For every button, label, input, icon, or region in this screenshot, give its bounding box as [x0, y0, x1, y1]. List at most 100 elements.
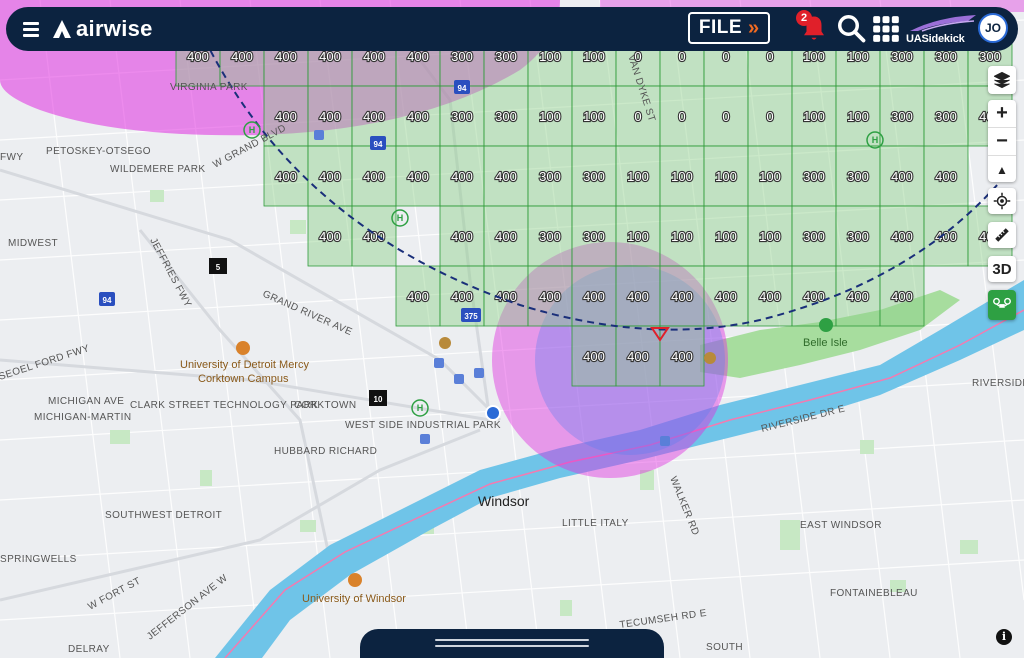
grid-cell-altitude: 0: [678, 49, 685, 64]
grid-cell-altitude: 400: [935, 229, 957, 244]
label-udm: University of Detroit Mercy: [180, 359, 309, 371]
grid-cell-altitude: 400: [407, 289, 429, 304]
file-button-label: FILE: [698, 17, 743, 38]
grid-cell-altitude: 400: [671, 289, 693, 304]
uasidekick-logo[interactable]: UASidekick: [906, 13, 978, 47]
grid-cell-altitude: 300: [935, 109, 957, 124]
grid-cell-altitude: 400: [187, 49, 209, 64]
grid-cell-altitude: 100: [583, 109, 605, 124]
crosshair-icon: [993, 192, 1011, 210]
layers-button[interactable]: [988, 66, 1016, 94]
grid-cell-altitude: 400: [847, 289, 869, 304]
grid-cell-altitude: 300: [539, 229, 561, 244]
grid-cell-altitude: 400: [935, 169, 957, 184]
grid-cell-altitude: 400: [627, 289, 649, 304]
zoom-controls: + − ▲: [988, 100, 1016, 182]
grid-cell-altitude: 100: [583, 49, 605, 64]
label-corktown: CORKTOWN: [294, 400, 356, 411]
label-delray: DELRAY: [68, 644, 110, 655]
grid-cell-altitude: 300: [803, 229, 825, 244]
grid-cell-altitude: 400: [363, 229, 385, 244]
label-windsor: Windsor: [478, 493, 530, 509]
grid-cell-altitude: 400: [407, 49, 429, 64]
grid-cell-altitude: 100: [671, 229, 693, 244]
svg-text:H: H: [397, 213, 404, 223]
grid-cell-altitude: 400: [231, 49, 253, 64]
compass-button[interactable]: ▲: [988, 156, 1016, 183]
grid-cell-altitude: 300: [495, 109, 517, 124]
grid-cell-altitude: 0: [766, 49, 773, 64]
grid-cell-altitude: 100: [671, 169, 693, 184]
grid-cell-altitude: 400: [363, 49, 385, 64]
notification-badge: 2: [796, 10, 812, 26]
airwise-logo-icon: [53, 20, 71, 38]
label-michigan-martin: MICHIGAN-MARTIN: [34, 412, 131, 423]
grid-cell-altitude: 400: [275, 109, 297, 124]
label-sw-detroit: SOUTHWEST DETROIT: [105, 510, 222, 521]
grid-cell-altitude: 400: [319, 169, 341, 184]
grid-cell-altitude: 400: [363, 169, 385, 184]
label-michigan-ave: MICHIGAN AVE: [48, 396, 124, 407]
bottom-sheet-handle[interactable]: [360, 629, 664, 658]
grid-cell-altitude: 300: [803, 169, 825, 184]
label-springwells: SPRINGWELLS: [0, 554, 77, 565]
grid-cell-altitude: 300: [979, 49, 1001, 64]
3d-toggle-button[interactable]: 3D: [988, 256, 1016, 282]
svg-text:94: 94: [374, 140, 383, 149]
svg-text:5: 5: [216, 263, 221, 272]
label-clark-street: CLARK STREET TECHNOLOGY PARK: [130, 400, 318, 411]
grid-cell-altitude: 0: [634, 109, 641, 124]
zoom-out-button[interactable]: −: [988, 128, 1016, 156]
grid-cell-altitude: 400: [275, 169, 297, 184]
label-fwy: FWY: [0, 152, 23, 163]
svg-text:10: 10: [374, 395, 383, 404]
grid-cell-altitude: 400: [319, 49, 341, 64]
info-icon[interactable]: i: [996, 629, 1012, 645]
grid-cell-altitude: 400: [891, 229, 913, 244]
label-little-italy: LITTLE ITALY: [562, 518, 629, 529]
label-west-side: WEST SIDE INDUSTRIAL PARK: [345, 420, 501, 431]
measure-button[interactable]: [988, 222, 1016, 248]
top-nav-bar: airwise FILE » 2 UASidekick JO: [6, 7, 1018, 51]
grid-cell-altitude: 300: [891, 109, 913, 124]
svg-text:375: 375: [464, 312, 478, 321]
uasidekick-swoosh-icon: [910, 15, 976, 32]
zoom-in-button[interactable]: +: [988, 100, 1016, 128]
grid-cell-altitude: 400: [495, 169, 517, 184]
grid-cell-altitude: 300: [847, 229, 869, 244]
grid-cell-altitude: 400: [451, 169, 473, 184]
label-east-windsor: EAST WINDSOR: [800, 520, 882, 531]
grid-cell-altitude: 300: [847, 169, 869, 184]
grid-cell-altitude: 400: [275, 49, 297, 64]
grid-cell-altitude: 300: [583, 169, 605, 184]
locate-button[interactable]: [988, 188, 1016, 214]
label-petoskey: PETOSKEY-OTSEGO: [46, 146, 151, 157]
grid-cell-altitude: 100: [715, 169, 737, 184]
label-belle-isle: Belle Isle: [803, 337, 848, 349]
hamburger-menu-icon[interactable]: [20, 17, 44, 41]
apps-grid-icon[interactable]: [872, 15, 900, 43]
svg-text:94: 94: [103, 296, 112, 305]
grid-cell-altitude: 400: [407, 109, 429, 124]
ruler-icon: [995, 228, 1009, 242]
label-wildemere: WILDEMERE PARK: [110, 164, 205, 175]
grid-cell-altitude: 0: [766, 109, 773, 124]
drone-service-button[interactable]: [988, 290, 1016, 320]
grid-cell-altitude: 100: [627, 229, 649, 244]
grid-cell-altitude: 400: [891, 289, 913, 304]
grid-cell-altitude: 100: [803, 109, 825, 124]
search-icon[interactable]: [836, 13, 866, 43]
grid-cell-altitude: 100: [627, 169, 649, 184]
user-avatar[interactable]: JO: [978, 13, 1008, 43]
grid-cell-altitude: 300: [539, 169, 561, 184]
label-riverside: RIVERSIDE: [972, 378, 1024, 389]
grid-cell-altitude: 0: [678, 109, 685, 124]
map-canvas[interactable]: 400 400 400 400 400 400 300 300 100 100 0 0 0 0 100 100…: [0, 0, 1024, 658]
file-button[interactable]: FILE »: [688, 12, 770, 44]
label-south: SOUTH: [706, 642, 743, 653]
grid-cell-altitude: 300: [891, 49, 913, 64]
grid-cell-altitude: 400: [407, 169, 429, 184]
grid-cell-altitude: 300: [583, 229, 605, 244]
grid-cell-altitude: 400: [803, 289, 825, 304]
grid-cell-altitude: 400: [715, 289, 737, 304]
